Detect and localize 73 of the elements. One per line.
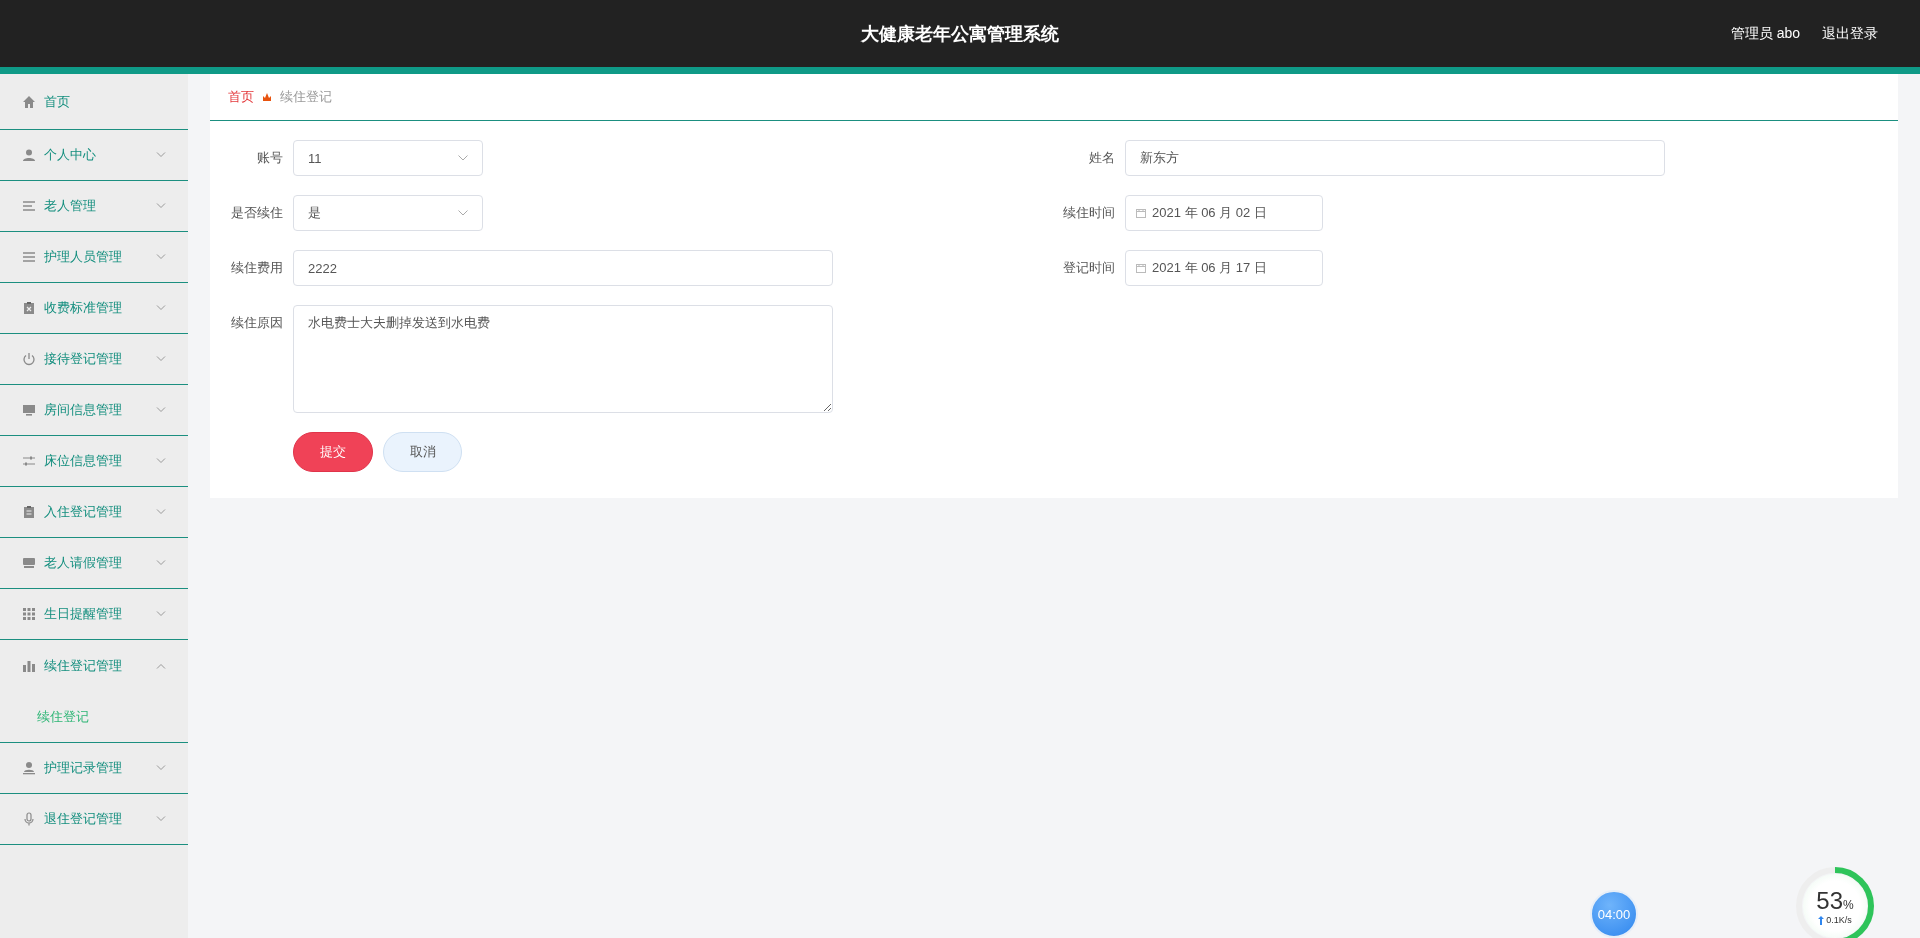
person-icon [22, 148, 36, 162]
breadcrumb-link[interactable]: 首页 [228, 88, 254, 106]
calendar-icon [1136, 208, 1146, 218]
chevron-down-icon [156, 765, 166, 771]
microphone-icon [22, 812, 36, 826]
field-label: 登记时间 [1062, 259, 1115, 277]
sidebar-item[interactable]: 房间信息管理 [0, 385, 188, 436]
sidebar-item[interactable]: 老人请假管理 [0, 538, 188, 589]
sidebar-item[interactable]: 护理记录管理 [0, 743, 188, 794]
select-field[interactable]: 是 [293, 195, 483, 231]
sidebar-item[interactable]: 个人中心 [0, 130, 188, 181]
logout-link[interactable]: 退出登录 [1822, 24, 1878, 43]
input-field[interactable]: 新东方 [1125, 140, 1665, 176]
sidebar-item[interactable]: 续住登记管理 [0, 640, 188, 691]
person-icon [22, 761, 36, 775]
chevron-down-icon [458, 155, 468, 161]
sidebar-item[interactable]: 老人管理 [0, 181, 188, 232]
clipboard-icon [22, 505, 36, 519]
breadcrumb-item: 续住登记 [280, 88, 332, 106]
field-label: 续住时间 [1062, 204, 1115, 222]
field-label: 续住费用 [230, 259, 283, 277]
inbox-icon [22, 556, 36, 570]
list-icon [22, 250, 36, 264]
sidebar-item[interactable]: 床位信息管理 [0, 436, 188, 487]
text-area[interactable]: 水电费士大夫删掉发送到水电费 [293, 305, 833, 413]
user-name: 管理员 abo [1730, 24, 1800, 43]
chevron-down-icon [458, 210, 468, 216]
submenu-item[interactable]: 续住登记 [0, 691, 188, 742]
percent-sign: % [1843, 898, 1854, 912]
bar-chart-icon [22, 658, 36, 673]
up-arrow-icon [1818, 915, 1825, 925]
grid-icon [22, 607, 36, 621]
sidebar-item[interactable]: 收费标准管理 [0, 283, 188, 334]
chevron-down-icon [156, 152, 166, 158]
chevron-down-icon [156, 203, 166, 209]
clipboard-icon [22, 301, 36, 315]
sidebar-item[interactable]: 入住登记管理 [0, 487, 188, 538]
input-field[interactable]: 2222 [293, 250, 833, 286]
select-field[interactable]: 11 [293, 140, 483, 176]
chevron-up-icon [156, 662, 166, 669]
sidebar-item[interactable]: 接待登记管理 [0, 334, 188, 385]
app-title: 大健康老年公寓管理系统 [861, 23, 1059, 44]
list-icon [22, 199, 36, 213]
chevron-down-icon [156, 254, 166, 260]
sidebar-item[interactable]: 首页 [0, 74, 188, 130]
chevron-down-icon [156, 560, 166, 566]
percent-value: 53 [1816, 887, 1843, 915]
sidebar-item[interactable]: 退住登记管理 [0, 794, 188, 845]
field-label: 是否续住 [230, 204, 283, 222]
sliders-icon [22, 454, 36, 468]
home-icon [22, 94, 36, 109]
chevron-down-icon [156, 356, 166, 362]
chevron-down-icon [156, 458, 166, 464]
crown-icon [262, 92, 272, 102]
monitor-icon [22, 403, 36, 417]
sidebar-item[interactable]: 生日提醒管理 [0, 589, 188, 640]
chevron-down-icon [156, 816, 166, 822]
date-field[interactable]: 2021 年 06 月 02 日 [1125, 195, 1323, 231]
sidebar-item[interactable]: 护理人员管理 [0, 232, 188, 283]
submit-button[interactable]: 提交 [293, 432, 373, 472]
power-icon [22, 352, 36, 366]
timer-widget[interactable]: 04:00 [1590, 890, 1638, 938]
field-label: 姓名 [1088, 149, 1115, 167]
chevron-down-icon [156, 407, 166, 413]
speed-text: 0.1K/s [1826, 915, 1852, 925]
field-label: 账号 [256, 149, 283, 167]
field-label: 续住原因 [230, 314, 283, 332]
chevron-down-icon [156, 611, 166, 617]
chevron-down-icon [156, 305, 166, 311]
date-field[interactable]: 2021 年 06 月 17 日 [1125, 250, 1323, 286]
cancel-button[interactable]: 取消 [383, 432, 462, 472]
chevron-down-icon [156, 509, 166, 515]
calendar-icon [1136, 263, 1146, 273]
